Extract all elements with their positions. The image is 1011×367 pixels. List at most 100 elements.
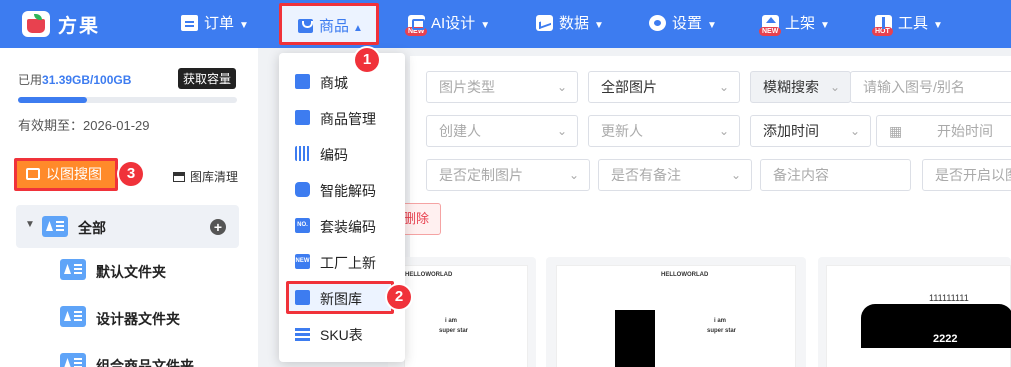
menu-item-set-coding[interactable]: NO. 套装编码	[279, 208, 405, 244]
creator-select[interactable]: 创建人 ⌄	[426, 115, 578, 147]
upload-icon: NEW	[759, 15, 782, 36]
brand-name: 方果	[58, 16, 101, 37]
image-search-enabled-select[interactable]: 是否开启以图	[922, 159, 1011, 191]
menu-item-label: 新图库	[320, 291, 362, 307]
image-card[interactable]: 111111111 2222	[818, 257, 1011, 367]
new-badge: NEW	[405, 27, 428, 36]
chevron-down-icon: ▼	[933, 20, 943, 31]
image-type-value: 图片类型	[439, 79, 495, 95]
new-badge: NEW	[759, 27, 782, 36]
image-card[interactable]: HELLOWORLAD i am super star	[388, 257, 536, 367]
image-thumbnail: 111111111 2222	[826, 265, 1011, 367]
has-remark-select[interactable]: 是否有备注 ⌄	[598, 159, 752, 191]
thumb-line: super star	[439, 328, 469, 334]
ai-design-icon: NEW	[405, 15, 428, 36]
mall-icon	[295, 74, 310, 89]
storage-prefix: 已用	[18, 73, 43, 87]
updater-select[interactable]: 更新人 ⌄	[588, 115, 740, 147]
image-search-label: 以图搜图	[46, 166, 102, 182]
thumb-black-shape	[615, 310, 655, 367]
menu-item-sku-table[interactable]: SKU表	[279, 316, 405, 352]
storage-usage: 已用31.39GB/100GB	[18, 71, 131, 88]
nav-ai-design[interactable]: NEW AI设计 ▼	[405, 12, 491, 36]
nav-tools-label: 工具	[898, 15, 929, 32]
expand-triangle-icon[interactable]: ▼	[25, 219, 35, 230]
chevron-down-icon: ▼	[480, 20, 491, 31]
menu-item-smart-decode[interactable]: 智能解码	[279, 172, 405, 208]
gear-icon	[649, 15, 666, 31]
added-time-select[interactable]: 添加时间 ⌄	[750, 115, 871, 147]
nav-ai-design-label: AI设计	[431, 15, 476, 32]
image-number-input[interactable]: 请输入图号/别名	[850, 71, 1011, 103]
number-icon: NO.	[295, 218, 310, 233]
remark-content-input[interactable]: 备注内容	[760, 159, 911, 191]
menu-item-label: 商城	[320, 75, 348, 91]
custom-image-select[interactable]: 是否定制图片 ⌄	[426, 159, 590, 191]
custom-image-value: 是否定制图片	[439, 167, 523, 183]
calendar-icon: ▦	[889, 123, 903, 139]
menu-item-new-gallery[interactable]: 新图库	[286, 281, 394, 314]
chevron-down-icon: ⌄	[556, 124, 567, 138]
goods-dropdown-menu: 商城 商品管理 编码 智能解码 NO. 套装编码 NEW 工厂上新 新图库 SKU表	[279, 53, 405, 362]
added-time-value: 添加时间	[763, 123, 819, 139]
menu-item-coding[interactable]: 编码	[279, 136, 405, 172]
nav-listing-label: 上架	[785, 15, 816, 32]
nav-listing[interactable]: NEW 上架 ▼	[759, 12, 830, 36]
nav-order-label: 订单	[204, 15, 235, 32]
folder-label: 默认文件夹	[96, 264, 166, 280]
all-images-select[interactable]: 全部图片 ⌄	[588, 71, 740, 103]
expiry-date: 有效期至：2026-01-29	[18, 118, 150, 133]
folder-icon	[60, 353, 86, 367]
nav-goods[interactable]: 商品 ▲	[279, 3, 379, 45]
nav-data[interactable]: 数据 ▼	[536, 12, 604, 36]
app-logo	[22, 11, 50, 37]
gallery-clean-label: 图库清理	[190, 170, 239, 184]
chevron-down-icon: ▼	[239, 20, 249, 31]
menu-item-label: 编码	[320, 147, 348, 163]
nav-tools[interactable]: HOT 工具 ▼	[872, 12, 943, 36]
step-marker-2: 2	[387, 285, 411, 309]
new-icon: NEW	[295, 254, 310, 269]
get-capacity-button[interactable]: 获取容量	[178, 68, 237, 89]
menu-item-label: 智能解码	[320, 183, 376, 199]
menu-item-label: 套装编码	[320, 219, 376, 235]
barcode-icon	[295, 146, 310, 161]
hot-badge: HOT	[872, 27, 893, 36]
search-mode-value: 模糊搜索	[763, 79, 819, 95]
nav-settings[interactable]: 设置 ▼	[649, 12, 717, 36]
thumb-code: 2222	[933, 333, 958, 345]
search-mode-select[interactable]: 模糊搜索 ⌄	[750, 71, 851, 103]
folder-icon	[42, 216, 68, 237]
nav-order[interactable]: 订单 ▼	[181, 12, 249, 36]
chevron-down-icon: ⌄	[849, 124, 860, 138]
folder-tree-root[interactable]: ▼ 全部 +	[16, 205, 239, 248]
add-folder-button[interactable]: +	[210, 219, 226, 235]
toolbox-icon: HOT	[872, 15, 893, 36]
menu-item-goods-management[interactable]: 商品管理	[279, 100, 405, 136]
menu-item-mall[interactable]: 商城	[279, 64, 405, 100]
image-type-select[interactable]: 图片类型 ⌄	[426, 71, 578, 103]
step-marker-1: 1	[355, 48, 379, 72]
thumb-title: HELLOWORLAD	[405, 272, 453, 278]
image-card[interactable]: HELLOWORLAD i am super star	[546, 257, 806, 367]
step-marker-3: 3	[119, 162, 143, 186]
folder-icon	[60, 306, 86, 327]
start-time-placeholder: 开始时间	[937, 123, 993, 139]
delete-button[interactable]: 删除	[400, 203, 441, 235]
menu-item-factory-new[interactable]: NEW 工厂上新	[279, 244, 405, 280]
image-number-placeholder: 请输入图号/别名	[863, 79, 965, 95]
chevron-down-icon: ⌄	[556, 80, 567, 94]
gallery-clean-button[interactable]: 图库清理	[173, 168, 238, 185]
start-time-input[interactable]: ▦ 开始时间	[876, 115, 1011, 147]
updater-value: 更新人	[601, 123, 643, 139]
chevron-down-icon: ⌄	[829, 80, 840, 94]
delete-label: 删除	[403, 211, 430, 226]
storage-progress-fill	[18, 97, 87, 103]
clipboard-icon	[181, 15, 198, 31]
all-images-value: 全部图片	[601, 79, 657, 95]
nav-goods-label: 商品	[319, 18, 350, 35]
image-search-button[interactable]: 以图搜图	[14, 158, 118, 191]
storage-value: 31.39GB/100GB	[42, 73, 132, 87]
folder-root-label: 全部	[78, 220, 106, 236]
thumb-line: super star	[707, 328, 737, 334]
